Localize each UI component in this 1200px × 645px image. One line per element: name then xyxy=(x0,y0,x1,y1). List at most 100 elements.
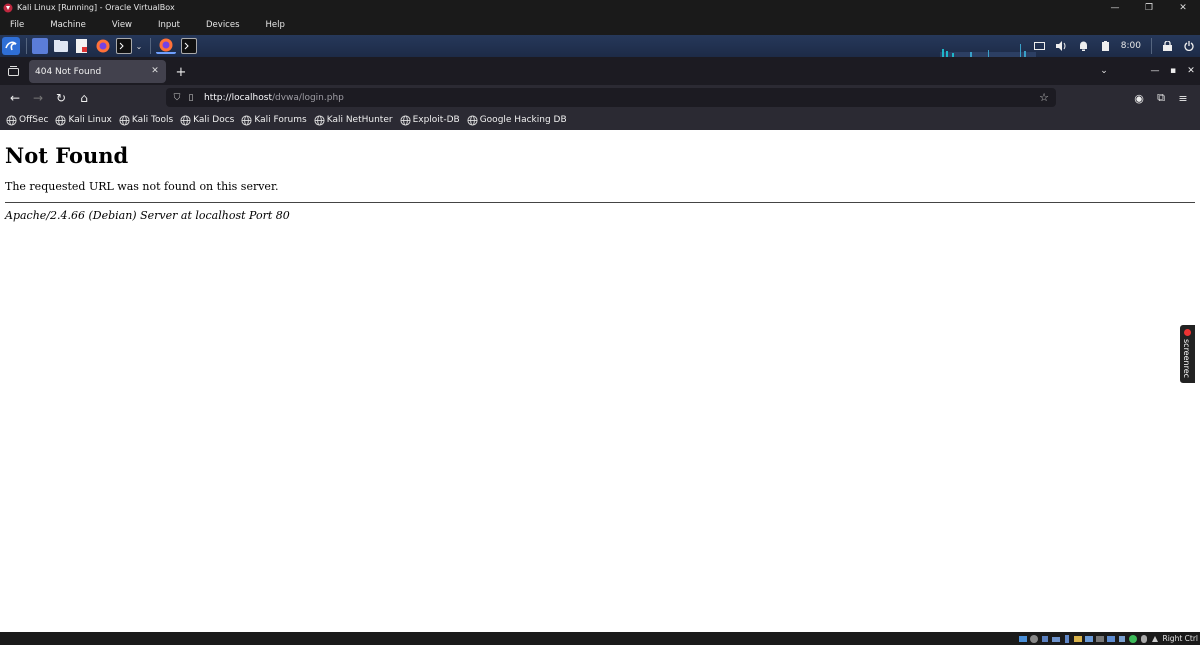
globe-icon xyxy=(55,114,67,126)
display-icon[interactable] xyxy=(1084,634,1094,644)
kali-menu-icon[interactable] xyxy=(2,37,20,55)
bookmark-kali-tools[interactable]: Kali Tools xyxy=(119,114,174,126)
bookmark-label: Kali NetHunter xyxy=(326,115,393,125)
terminal-launcher-icon[interactable] xyxy=(116,38,132,54)
globe-icon xyxy=(400,114,411,126)
bookmark-label: Kali Tools xyxy=(131,115,174,125)
menu-help[interactable]: Help xyxy=(266,20,285,30)
show-desktop-icon[interactable] xyxy=(32,38,48,54)
minimize-icon[interactable]: — xyxy=(1098,0,1132,15)
globe-icon xyxy=(6,114,17,126)
bookmark-label: Kali Linux xyxy=(68,115,112,125)
restore-icon[interactable]: ❐ xyxy=(1132,0,1166,15)
bookmark-star-icon[interactable]: ☆ xyxy=(1037,90,1051,104)
page-content: Not Found The requested URL was not foun… xyxy=(0,130,1200,632)
firefox-tab-strip: 404 Not Found ✕ + ⌄ — ▪ ✕ xyxy=(0,57,1200,85)
bookmark-label: Google Hacking DB xyxy=(479,115,567,125)
bookmarks-toolbar: OffSec Kali Linux Kali Tools Kali Docs K… xyxy=(0,110,1200,130)
vbox-status-bar: Right Ctrl xyxy=(0,632,1200,645)
minimize-icon[interactable]: — xyxy=(1146,62,1164,80)
bookmark-kali-nethunter[interactable]: Kali NetHunter xyxy=(314,114,393,126)
bookmark-kali-linux[interactable]: Kali Linux xyxy=(55,114,112,126)
kali-top-panel: ⌄ 8:00 xyxy=(0,35,1200,57)
extensions-icon[interactable]: ⧉ xyxy=(1150,87,1172,109)
recording-icon[interactable] xyxy=(1095,634,1105,644)
panel-separator xyxy=(150,38,151,54)
panel-clock[interactable]: 8:00 xyxy=(1121,41,1141,51)
vbox-title-bar: Kali Linux [Running] - Oracle VirtualBox… xyxy=(0,0,1200,15)
taskbar-terminal-icon[interactable] xyxy=(181,38,197,54)
cpu-icon[interactable] xyxy=(1117,634,1127,644)
hamburger-menu-icon[interactable]: ≡ xyxy=(1172,87,1194,109)
firefox-launcher-icon[interactable] xyxy=(95,38,111,54)
host-key-icon[interactable] xyxy=(1150,634,1160,644)
close-icon[interactable]: ✕ xyxy=(1182,62,1200,80)
url-text: http://localhost/dvwa/login.php xyxy=(204,93,344,103)
close-icon[interactable]: ✕ xyxy=(1166,0,1200,15)
usb-icon[interactable] xyxy=(1062,634,1072,644)
url-host: http://localhost xyxy=(204,92,272,103)
firefox-nav-bar: ← → ↻ ⌂ ⛉ ▯ http://localhost/dvwa/login.… xyxy=(0,85,1200,110)
page-info-icon[interactable]: ▯ xyxy=(184,91,198,105)
display-icon[interactable] xyxy=(1029,35,1051,57)
globe-icon xyxy=(241,114,252,126)
bookmark-google-hacking-db[interactable]: Google Hacking DB xyxy=(467,114,567,126)
vbox-menu-bar: File Machine View Input Devices Help xyxy=(0,15,1200,35)
power-icon[interactable] xyxy=(1178,35,1200,57)
page-title: Not Found xyxy=(5,143,129,168)
virtualbox-app-icon xyxy=(3,3,13,13)
file-manager-icon[interactable] xyxy=(53,38,69,54)
globe-icon xyxy=(467,114,478,126)
url-bar[interactable]: ⛉ ▯ http://localhost/dvwa/login.php ☆ xyxy=(166,88,1056,107)
tab-404-not-found[interactable]: 404 Not Found ✕ xyxy=(29,60,166,83)
bookmark-offsec[interactable]: OffSec xyxy=(6,114,49,126)
drag-drop-icon[interactable] xyxy=(1106,634,1116,644)
chevron-down-icon[interactable]: ⌄ xyxy=(1095,62,1113,80)
taskbar-firefox-icon[interactable] xyxy=(156,38,176,54)
guest-additions-icon[interactable] xyxy=(1128,634,1138,644)
menu-devices[interactable]: Devices xyxy=(206,20,240,30)
mouse-integration-icon[interactable] xyxy=(1139,634,1149,644)
tracking-protection-shield-icon[interactable]: ⛉ xyxy=(170,91,184,105)
text-editor-icon[interactable] xyxy=(74,38,90,54)
panel-separator xyxy=(26,38,27,54)
bookmark-kali-docs[interactable]: Kali Docs xyxy=(180,114,234,126)
menu-machine[interactable]: Machine xyxy=(50,20,86,30)
bookmark-label: Exploit-DB xyxy=(412,115,460,125)
record-dot-icon xyxy=(1184,329,1191,336)
bookmark-label: Kali Forums xyxy=(254,115,307,125)
bookmark-exploit-db[interactable]: Exploit-DB xyxy=(400,114,460,126)
url-path: /dvwa/login.php xyxy=(271,92,344,103)
account-icon[interactable]: ◉ xyxy=(1128,87,1150,109)
chevron-down-icon[interactable]: ⌄ xyxy=(134,38,144,54)
window-title: Kali Linux [Running] - Oracle VirtualBox xyxy=(17,3,175,12)
screenrec-widget[interactable]: screenrec xyxy=(1180,325,1195,383)
menu-input[interactable]: Input xyxy=(158,20,180,30)
menu-file[interactable]: File xyxy=(10,20,24,30)
forward-arrow-icon[interactable]: → xyxy=(27,87,49,109)
bookmark-label: OffSec xyxy=(19,115,49,125)
system-tray: 8:00 xyxy=(1029,35,1200,57)
shared-folders-icon[interactable] xyxy=(1073,634,1083,644)
volume-icon[interactable] xyxy=(1051,35,1073,57)
new-tab-icon[interactable]: + xyxy=(172,63,190,81)
back-arrow-icon[interactable]: ← xyxy=(4,87,26,109)
close-icon[interactable]: ✕ xyxy=(148,64,162,78)
network-icon[interactable] xyxy=(1051,634,1061,644)
maximize-icon[interactable]: ▪ xyxy=(1164,62,1182,80)
tab-title: 404 Not Found xyxy=(35,66,102,77)
lock-screen-icon[interactable] xyxy=(1156,35,1178,57)
home-icon[interactable]: ⌂ xyxy=(73,87,95,109)
reload-icon[interactable]: ↻ xyxy=(50,87,72,109)
host-key-label: Right Ctrl xyxy=(1162,634,1198,643)
menu-view[interactable]: View xyxy=(112,20,132,30)
globe-icon xyxy=(314,114,325,126)
cpu-graph xyxy=(940,44,1036,57)
notification-bell-icon[interactable] xyxy=(1073,35,1095,57)
audio-icon[interactable] xyxy=(1040,634,1050,644)
screenrec-label: screenrec xyxy=(1182,339,1191,379)
hard-disk-icon[interactable] xyxy=(1018,634,1028,644)
tab-groups-icon[interactable] xyxy=(0,57,26,85)
bookmark-kali-forums[interactable]: Kali Forums xyxy=(241,114,307,126)
optical-drive-icon[interactable] xyxy=(1029,634,1039,644)
